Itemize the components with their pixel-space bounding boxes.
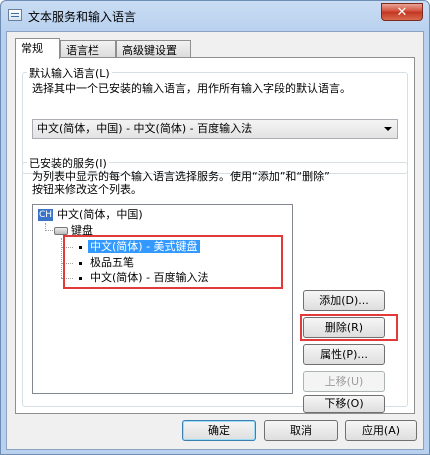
tree-language-label: 中文(简体，中国): [57, 208, 143, 221]
keyboard-icon: [54, 227, 68, 235]
default-language-selected-value: 中文(简体，中国) - 中文(简体) - 百度输入法: [37, 122, 253, 135]
window-title: 文本服务和输入语言: [28, 10, 137, 24]
tree-connector: [61, 247, 73, 248]
ok-button[interactable]: 确定: [182, 420, 256, 441]
tree-item-label: 中文(简体) - 美式键盘: [88, 240, 200, 253]
tab-language-bar[interactable]: 语言栏: [60, 40, 116, 57]
bullet-icon: [79, 277, 82, 280]
properties-button[interactable]: 属性(P)...: [303, 344, 385, 365]
installed-services-tree[interactable]: CH 中文(简体，中国) 键盘 中文(简体) - 美式键盘 极品五笔 中文(简体)…: [32, 204, 293, 394]
tab-advanced-key-settings[interactable]: 高级键设置: [116, 40, 191, 57]
title-bar[interactable]: 文本服务和输入语言 ✕: [1, 1, 429, 31]
dialog-window: 文本服务和输入语言 ✕ 常规 语言栏 高级键设置 默认输入语言(L) 选择其中一…: [0, 0, 430, 455]
tree-item-baidu-ime[interactable]: 中文(简体) - 百度输入法: [90, 271, 209, 285]
chevron-down-icon[interactable]: [384, 127, 392, 131]
tree-connector: [61, 263, 73, 264]
apply-button[interactable]: 应用(A): [345, 420, 417, 441]
default-language-select[interactable]: 中文(简体，中国) - 中文(简体) - 百度输入法: [32, 119, 398, 139]
tree-node-language[interactable]: CH 中文(简体，中国): [38, 208, 143, 222]
default-language-group-label: 默认输入语言(L): [27, 65, 112, 81]
tab-panel-general: 默认输入语言(L) 选择其中一个已安装的输入语言，用作所有输入字段的默认语言。 …: [15, 57, 415, 414]
tree-connector: [61, 238, 62, 278]
bullet-icon: [79, 246, 82, 249]
tab-general[interactable]: 常规: [15, 38, 60, 59]
dialog-client-area: 常规 语言栏 高级键设置 默认输入语言(L) 选择其中一个已安装的输入语言，用作…: [6, 31, 424, 450]
tree-connector: [61, 278, 73, 279]
move-up-button[interactable]: 上移(U): [303, 371, 385, 392]
tree-item-jipin-wubi[interactable]: 极品五笔: [90, 256, 134, 270]
bullet-icon: [79, 262, 82, 265]
remove-button[interactable]: 删除(R): [303, 317, 385, 338]
default-language-description: 选择其中一个已安装的输入语言，用作所有输入字段的默认语言。: [32, 82, 351, 95]
cancel-button[interactable]: 取消: [264, 420, 338, 441]
tree-node-keyboard[interactable]: 键盘: [71, 224, 93, 238]
tree-item-us-keyboard[interactable]: 中文(简体) - 美式键盘: [88, 240, 200, 254]
tree-connector: [45, 230, 53, 231]
language-badge-icon: CH: [38, 209, 54, 221]
installed-services-description-line2: 按钮来修改这个列表。: [32, 183, 142, 196]
move-down-button[interactable]: 下移(O): [303, 395, 385, 413]
close-button[interactable]: ✕: [381, 3, 423, 21]
installed-services-group-label: 已安装的服务(I): [27, 155, 109, 171]
keyboard-settings-icon: [8, 9, 22, 21]
add-button[interactable]: 添加(D)...: [303, 290, 385, 311]
installed-services-description-line1: 为列表中显示的每个输入语言选择服务。使用“添加”和“删除”: [32, 170, 330, 183]
